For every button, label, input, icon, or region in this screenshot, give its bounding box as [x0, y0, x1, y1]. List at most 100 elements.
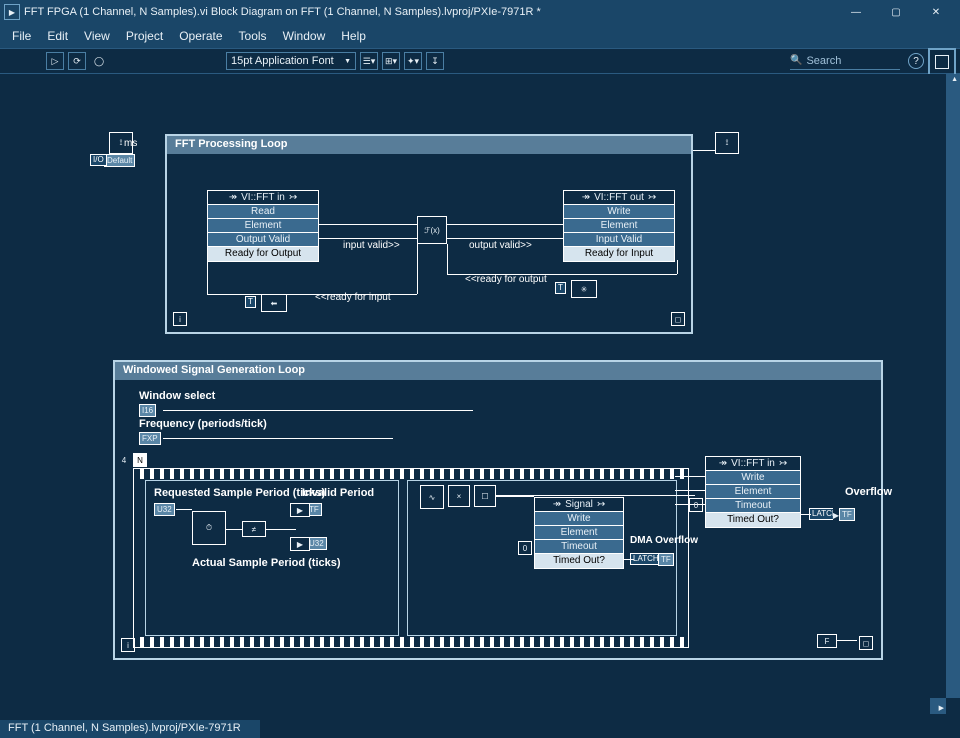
vertical-scrollbar[interactable]: ▲ [946, 74, 960, 698]
iteration-terminal[interactable]: i [173, 312, 187, 326]
wire [163, 438, 393, 439]
fft-out-row-3[interactable]: Ready for Input [564, 247, 674, 261]
timer-value[interactable]: Default [104, 154, 135, 167]
sine-wave-vi[interactable]: ∿ [420, 485, 444, 509]
label-overflow: Overflow [845, 486, 892, 498]
fft-in-row-2[interactable]: Output Valid [208, 233, 318, 247]
signal-row-2[interactable]: Timeout [535, 540, 623, 554]
loop2-fft-in-name: VI::FFT in [731, 458, 775, 469]
wire [266, 529, 296, 530]
case-right[interactable]: ∿ × ☐ ↠Signal↣ Write Element Timeout Tim… [407, 480, 677, 636]
status-bar: FFT (1 Channel, N Samples).lvproj/PXIe-7… [0, 720, 260, 738]
windowed-signal-loop[interactable]: Windowed Signal Generation Loop Window s… [113, 360, 883, 660]
case-left[interactable]: Requested Sample Period (ticks) U32 ⏱ ≠ … [145, 480, 399, 636]
fft-out-row-0[interactable]: Write [564, 205, 674, 219]
app-icon: ▶ [4, 4, 20, 20]
l2fft-row-1[interactable]: Element [706, 485, 800, 499]
menu-view[interactable]: View [76, 29, 118, 43]
menu-edit[interactable]: Edit [39, 29, 76, 43]
resize-button[interactable]: ✦▾ [404, 52, 422, 70]
block-diagram-canvas[interactable]: ▲ ▶ ⟟ ms Default I/O ⟟ FFT Processing Lo… [0, 74, 960, 714]
context-help-button[interactable]: ? [908, 53, 924, 69]
signal-node[interactable]: ↠Signal↣ Write Element Timeout Timed Out… [534, 497, 624, 569]
fft-out-row-1[interactable]: Element [564, 219, 674, 233]
loop-timer-vi[interactable]: ⏱ [192, 511, 226, 545]
run-button[interactable]: ▷ [46, 52, 64, 70]
tick-icon[interactable]: ⟟ [715, 132, 739, 154]
feedback-node-left[interactable]: ⬅ [261, 294, 287, 312]
search-input[interactable]: 🔍 Search [790, 52, 900, 70]
window-select-terminal[interactable]: I16 [139, 404, 156, 417]
req-period-terminal[interactable]: U32 [154, 503, 175, 516]
fft-in-node[interactable]: ↠VI::FFT in↣ Read Element Output Valid R… [207, 190, 319, 262]
fft-express-vi[interactable]: ℱ(x) [417, 216, 447, 244]
four-label: 4 [117, 453, 131, 467]
align-button[interactable]: ☰▾ [360, 52, 378, 70]
font-selector[interactable]: 15pt Application Font ▼ [226, 52, 356, 70]
menu-project[interactable]: Project [118, 29, 171, 43]
font-label: 15pt Application Font [231, 55, 334, 67]
loop2-fft-in-node[interactable]: ↠VI::FFT in↣ Write Element Timeout Timed… [705, 456, 801, 528]
menu-operate[interactable]: Operate [171, 29, 230, 43]
latch-option[interactable]: LATCH [630, 553, 662, 565]
menu-help[interactable]: Help [333, 29, 374, 43]
wire [447, 238, 563, 239]
feedback-node-right[interactable]: ✳ [571, 280, 597, 298]
label-dma-overflow: DMA Overflow [630, 535, 698, 546]
menu-window[interactable]: Window [275, 29, 334, 43]
fft-out-row-2[interactable]: Input Valid [564, 233, 674, 247]
l2fft-row-2[interactable]: Timeout [706, 499, 800, 513]
signal-row-3[interactable]: Timed Out? [535, 554, 623, 568]
fft-in-row-1[interactable]: Element [208, 219, 318, 233]
not-equal-node[interactable]: ≠ [242, 521, 266, 537]
wire [207, 260, 208, 294]
l2fft-row-0[interactable]: Write [706, 471, 800, 485]
fft-in-row-3[interactable]: Ready for Output [208, 247, 318, 261]
vi-icon[interactable] [928, 48, 956, 76]
fb-left-init[interactable]: T [245, 296, 256, 308]
run-continuous-button[interactable]: ⟳ [68, 52, 86, 70]
false-constant[interactable]: F [817, 634, 837, 648]
menu-file[interactable]: File [4, 29, 39, 43]
wire [417, 244, 418, 294]
stop-terminal[interactable]: ◻︎ [671, 312, 685, 326]
chevron-down-icon: ▼ [344, 58, 351, 65]
dma-overflow-ind[interactable]: TF [658, 553, 674, 566]
fft-in-row-0[interactable]: Read [208, 205, 318, 219]
fft-in-name: VI::FFT in [241, 192, 285, 203]
n-terminal[interactable]: N [133, 453, 147, 467]
overflow-ind[interactable]: TF [839, 508, 855, 521]
iteration-terminal-2[interactable]: i [121, 638, 135, 652]
label-output-valid: output valid>> [469, 240, 532, 251]
scroll-right-arrow[interactable]: ▶ [939, 704, 944, 712]
l2fft-timeout-const[interactable]: 0 [689, 498, 703, 512]
minimize-button[interactable]: — [836, 0, 876, 24]
wire [495, 495, 695, 496]
wire [693, 150, 715, 151]
fft-out-node[interactable]: ↠VI::FFT out↣ Write Element Input Valid … [563, 190, 675, 262]
frequency-terminal[interactable]: FXP [139, 432, 161, 445]
label-input-valid: input valid>> [343, 240, 400, 251]
menu-bar: File Edit View Project Operate Tools Win… [0, 24, 960, 48]
close-button[interactable]: ✕ [916, 0, 956, 24]
fft-out-name: VI::FFT out [594, 192, 644, 203]
menu-tools[interactable]: Tools [231, 29, 275, 43]
fft-processing-loop[interactable]: FFT Processing Loop ↠VI::FFT in↣ Read El… [165, 134, 693, 334]
reorder-button[interactable]: ↧ [426, 52, 444, 70]
title-bar: ▶ FFT FPGA (1 Channel, N Samples).vi Blo… [0, 0, 960, 24]
stop-terminal-2[interactable]: ◻︎ [859, 636, 873, 650]
signal-row-1[interactable]: Element [535, 526, 623, 540]
signal-row-0[interactable]: Write [535, 512, 623, 526]
signal-timeout-const[interactable]: 0 [518, 541, 532, 555]
indicator-arrow: ▶ [290, 503, 310, 517]
distribute-button[interactable]: ⊞▾ [382, 52, 400, 70]
multiply-node[interactable]: × [448, 485, 470, 507]
window-vi[interactable]: ☐ [474, 485, 496, 507]
abort-button[interactable]: ◯ [90, 52, 108, 70]
maximize-button[interactable]: ▢ [876, 0, 916, 24]
fb-right-init[interactable]: T [555, 282, 566, 294]
wire [447, 244, 448, 274]
signal-name: Signal [565, 499, 593, 510]
l2fft-row-3[interactable]: Timed Out? [706, 513, 800, 527]
search-placeholder: Search [806, 55, 841, 67]
